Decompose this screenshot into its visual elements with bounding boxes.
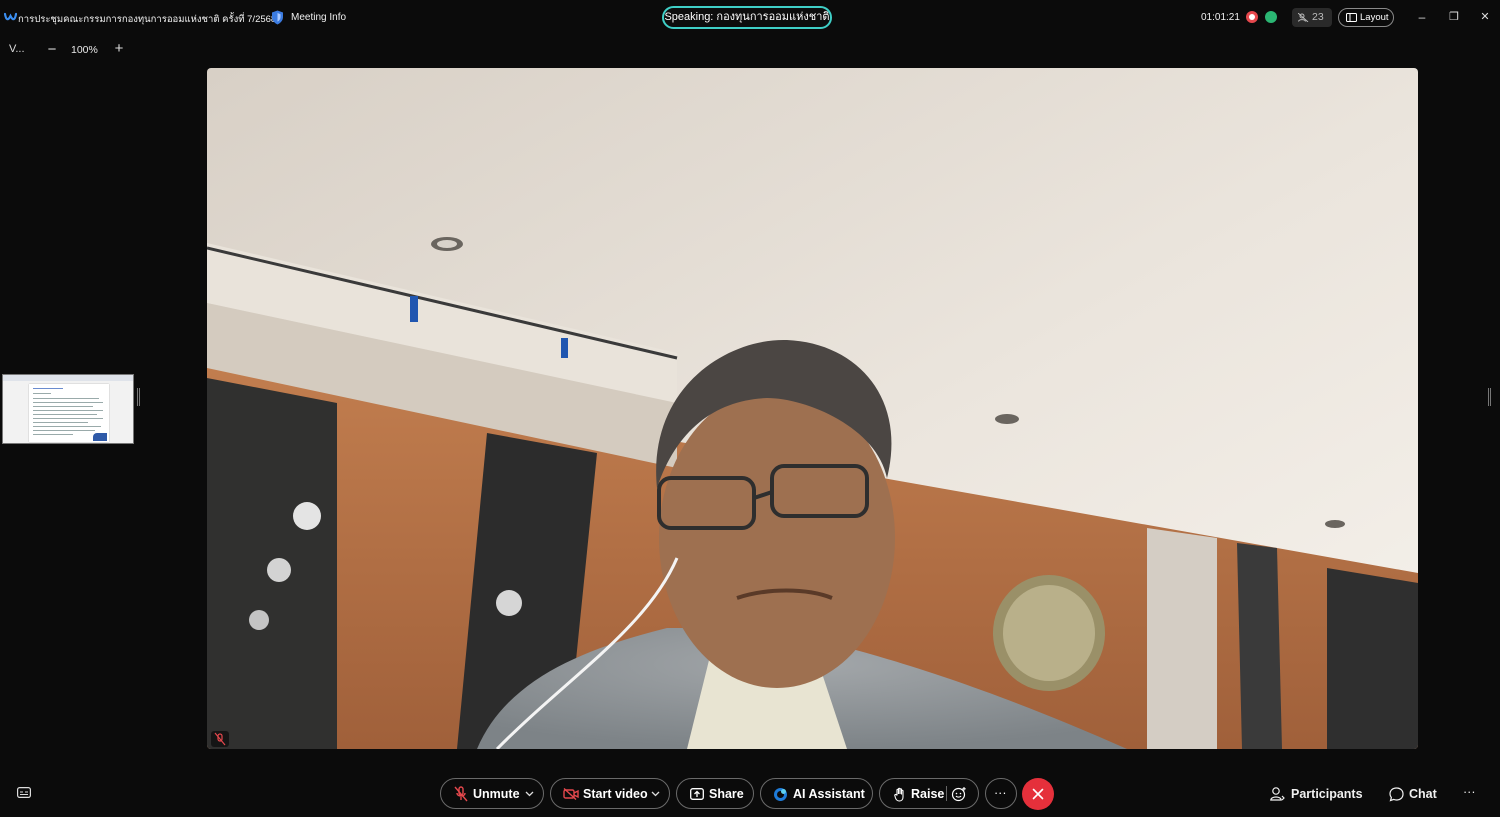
more-options-label: ··· [994, 786, 1007, 800]
chat-icon [1389, 787, 1404, 802]
more-options-button[interactable]: ··· [985, 778, 1017, 809]
emoji-reaction-icon[interactable] [951, 786, 967, 802]
ai-assistant-icon [774, 788, 787, 801]
zoom-in-button[interactable]: + [112, 40, 126, 57]
speaking-indicator: Speaking: กองทุนการออมแห่งชาติ [662, 6, 832, 29]
share-label: Share [709, 787, 744, 801]
microphone-muted-icon [454, 786, 468, 802]
meeting-info-button[interactable]: Meeting Info [291, 12, 346, 23]
people-hidden-icon [1298, 13, 1309, 22]
layout-icon [1346, 13, 1357, 22]
chevron-down-icon[interactable] [651, 791, 660, 797]
webex-logo-icon [4, 12, 17, 21]
close-window-button[interactable]: ✕ [1478, 10, 1492, 24]
unmute-button[interactable]: Unmute [440, 778, 544, 809]
video-frame-image [207, 68, 1418, 749]
shared-content-thumbnail[interactable] [2, 374, 134, 444]
more-panels-button[interactable]: ··· [1463, 785, 1476, 799]
participant-count: 23 [1312, 11, 1324, 23]
shield-icon[interactable] [271, 10, 284, 25]
layout-label: Layout [1360, 12, 1389, 23]
hand-icon [894, 787, 904, 802]
recording-icon[interactable] [1246, 11, 1258, 23]
layout-button[interactable]: Layout [1338, 8, 1394, 27]
raise-label: Raise [911, 787, 945, 801]
chevron-down-icon[interactable] [525, 791, 534, 797]
video-off-icon [563, 788, 579, 800]
chat-label: Chat [1409, 787, 1437, 801]
participants-icon [1270, 787, 1285, 801]
minimize-button[interactable]: – [1415, 10, 1429, 24]
left-panel-resize-handle[interactable] [137, 388, 140, 406]
end-call-button[interactable] [1022, 778, 1054, 810]
restore-button[interactable]: ❐ [1447, 10, 1461, 24]
thumbnail-toolbar [3, 375, 133, 381]
zoom-level: 100% [71, 44, 98, 56]
unmute-label: Unmute [473, 787, 520, 801]
share-screen-icon [690, 788, 704, 800]
participant-muted-icon [211, 731, 229, 747]
right-panel-resize-handle[interactable] [1488, 388, 1491, 406]
meeting-timer: 01:01:21 [1201, 12, 1240, 23]
meeting-title: การประชุมคณะกรรมการกองทุนการออมแห่งชาติ … [18, 14, 277, 25]
raise-hand-button[interactable]: Raise [879, 778, 979, 809]
share-button[interactable]: Share [676, 778, 754, 809]
start-video-label: Start video [583, 787, 648, 801]
view-menu[interactable]: V... [9, 43, 25, 55]
raise-divider [946, 786, 947, 801]
participant-count-badge[interactable]: 23 [1292, 8, 1332, 27]
zoom-out-button[interactable]: − [45, 41, 59, 58]
ai-assistant-button[interactable]: AI Assistant [760, 778, 873, 809]
title-bar: การประชุมคณะกรรมการกองทุนการออมแห่งชาติ … [0, 0, 1500, 36]
close-icon [1032, 788, 1044, 800]
start-video-button[interactable]: Start video [550, 778, 670, 809]
closed-captions-icon[interactable] [17, 787, 31, 798]
thumbnail-brand-mark [93, 433, 107, 441]
participants-label: Participants [1291, 787, 1363, 801]
ai-assistant-label: AI Assistant [793, 787, 865, 801]
main-video-feed [207, 68, 1418, 749]
network-signal-icon[interactable] [1265, 11, 1277, 23]
